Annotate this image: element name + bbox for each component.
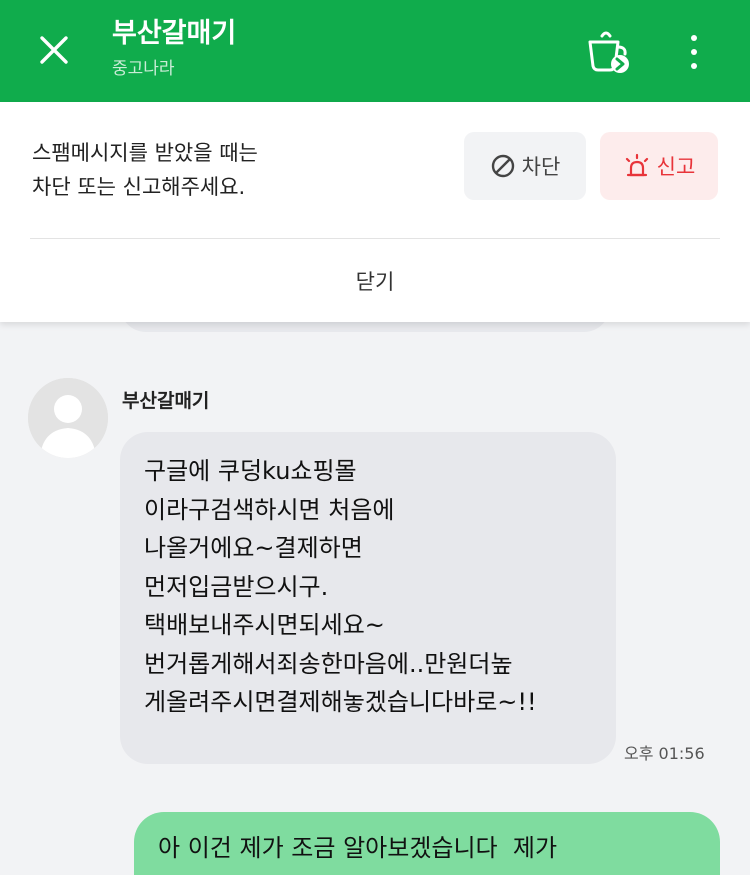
siren-icon <box>625 153 648 177</box>
message-line: 번거롭게해서죄송한마음에..만원더높 <box>144 649 513 678</box>
default-avatar-icon <box>28 378 108 458</box>
message-line: 먼저입금받으시구. <box>144 572 329 601</box>
chat-subtitle: 중고나라 <box>112 59 175 79</box>
close-button[interactable] <box>28 24 80 76</box>
notice-text: 스팸메시지를 받았을 때는 차단 또는 신고해주세요. <box>32 136 432 204</box>
message-line: 구글에 쿠덩ku쇼핑몰 <box>144 457 357 485</box>
chat-header: 부산갈매기 중고나라 <box>0 0 750 102</box>
mug-button[interactable] <box>580 24 636 80</box>
more-menu-button[interactable] <box>672 24 716 80</box>
message-line: 나올거에요~결제하면 <box>144 534 363 562</box>
avatar[interactable] <box>28 378 108 458</box>
message-time: 오후 01:56 <box>624 744 705 763</box>
outgoing-message-bubble[interactable]: 아 이건 제가 조금 알아보겠습니다 제가 <box>134 812 720 875</box>
mug-arrow-icon <box>588 31 629 73</box>
title-block: 부산갈매기 중고나라 <box>112 16 236 80</box>
message-line: 게올려주시면결제해놓겠습니다바로~!! <box>144 688 537 716</box>
incoming-message-bubble[interactable]: 구글에 쿠덩ku쇼핑몰 이라구검색하시면 처음에 나올거에요~결제하면 먼저입금… <box>120 432 616 764</box>
report-button[interactable]: 신고 <box>600 132 718 200</box>
notice-text-line2: 차단 또는 신고해주세요. <box>32 175 246 199</box>
message-line: 택배보내주시면되세요~ <box>144 611 385 639</box>
report-label: 신고 <box>656 155 696 179</box>
close-notice-button[interactable]: 닫기 <box>0 239 750 322</box>
block-icon <box>491 154 514 178</box>
sender-name: 부산갈매기 <box>122 390 210 412</box>
message-line: 이라구검색하시면 처음에 <box>144 495 395 524</box>
close-icon <box>40 36 68 64</box>
block-button[interactable]: 차단 <box>464 132 586 200</box>
block-label: 차단 <box>521 155 561 179</box>
chat-title: 부산갈매기 <box>112 18 237 49</box>
more-vertical-icon <box>691 35 697 41</box>
notice-text-line1: 스팸메시지를 받았을 때는 <box>32 141 258 165</box>
spam-notice-panel: 스팸메시지를 받았을 때는 차단 또는 신고해주세요. 차단 신고 닫기 <box>0 102 750 322</box>
